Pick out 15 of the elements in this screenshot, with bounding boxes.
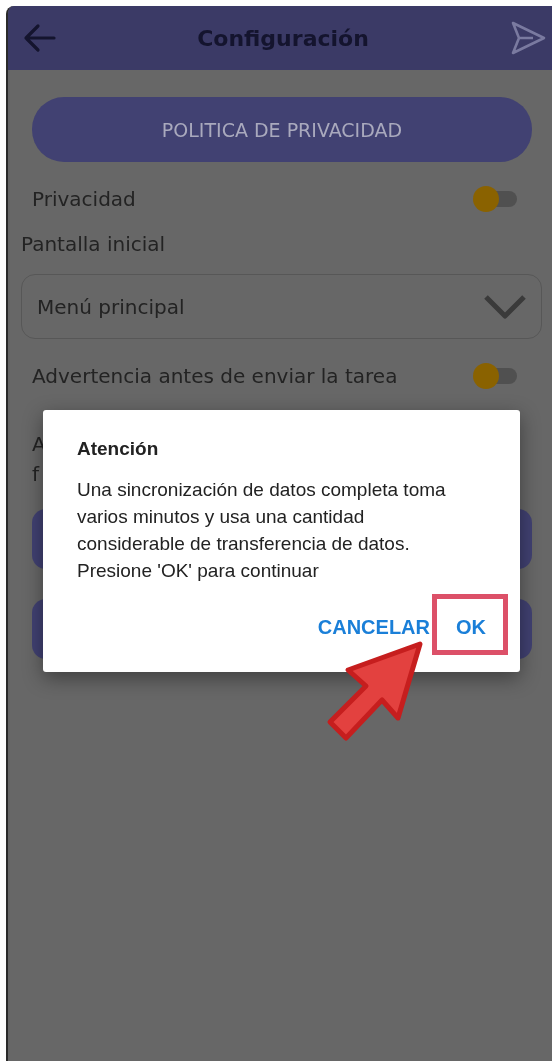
dialog-button[interactable]: CANCELAR [313, 608, 434, 647]
back-arrow-icon[interactable] [22, 23, 56, 53]
screen-title: Configuración [197, 25, 369, 51]
dialog-button[interactable]: OK [452, 608, 490, 647]
start-screen-dropdown[interactable]: Menú principal [21, 274, 542, 339]
privacy-policy-button[interactable]: POLITICA DE PRIVACIDAD [32, 97, 532, 162]
chevron-down-icon[interactable] [483, 293, 527, 320]
send-icon[interactable] [510, 21, 546, 55]
dialog-title: Atención [77, 438, 160, 460]
dialog-message: Una sincronización de datos completa toma varios minutos y usa una cantidad considerable de transferencia de datos. Presione 'OK' para continuar [77, 478, 447, 583]
section-label: Pantalla inicial [21, 232, 167, 256]
toggle-switch[interactable] [473, 363, 519, 389]
toggle-switch[interactable] [473, 186, 519, 212]
setting-label: Privacidad [32, 187, 136, 211]
setting-label: Advertencia antes de enviar la tarea [32, 364, 398, 388]
